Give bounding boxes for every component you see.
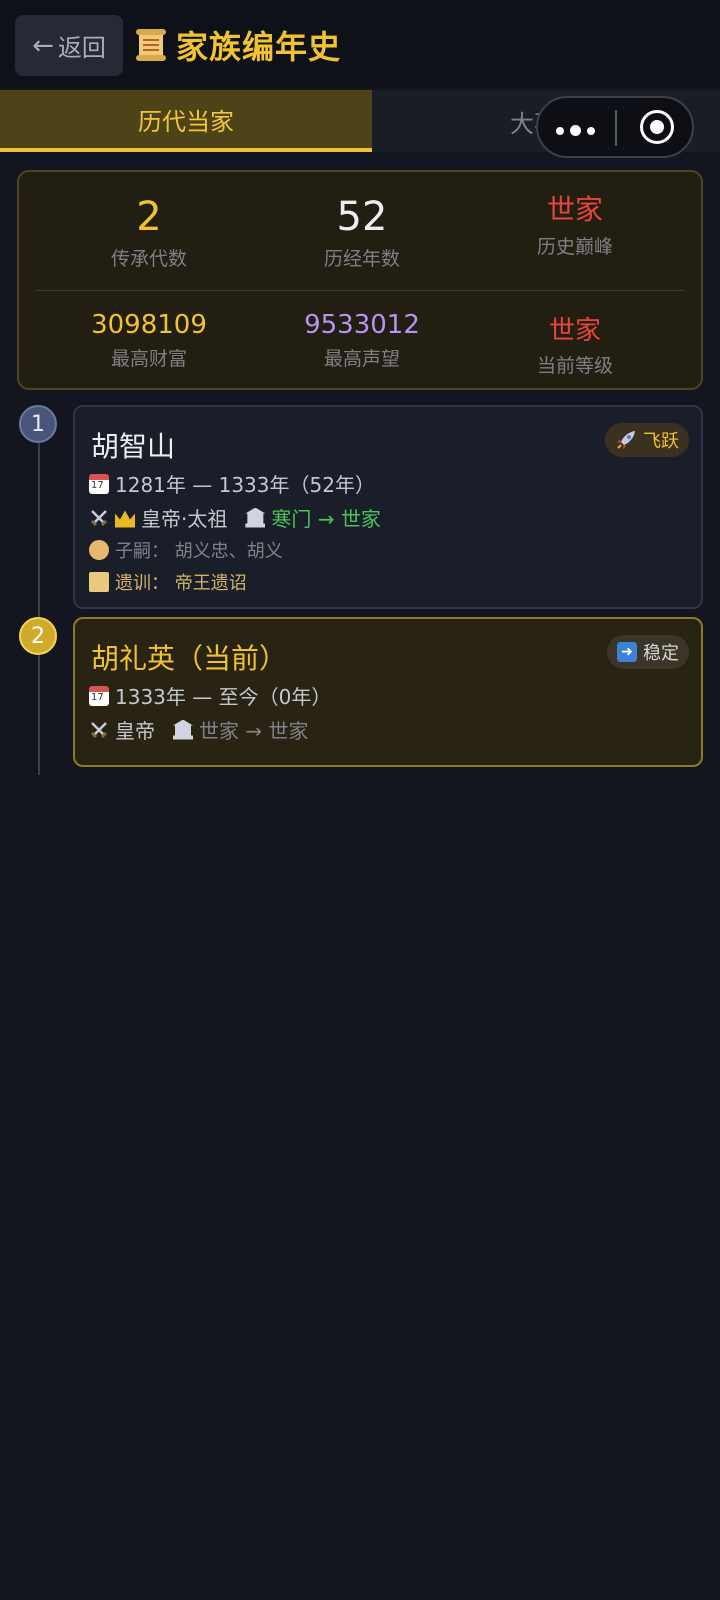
tab-heads[interactable]: 历代当家 [0,90,372,152]
calendar-icon [89,473,109,494]
head-period: 1333年 — 至今（0年） [89,681,331,710]
crown-icon [115,510,135,528]
head-card[interactable]: 胡智山 飞跃 1281年 — 1333年（52年） 皇帝·太祖 寒门 → 世家 … [73,405,703,609]
back-label: 返回 [57,34,106,62]
capsule-divider [615,110,617,146]
stat-years: 52 历经年数 [323,194,400,270]
miniprogram-capsule [536,96,694,158]
family-stats-card: 2 传承代数 52 历经年数 世家 历史巅峰 3098109 最高财富 9533… [17,170,703,390]
page-title-group: 家族编年史 [134,22,341,68]
head-legacy: 遗训： 帝王遗诏 [89,569,247,595]
timeline-node: 1 [19,405,57,443]
trend-badge: 飞跃 [605,423,689,457]
baby-icon [89,540,109,560]
timeline-line [38,425,40,775]
back-button[interactable]: ← 返回 [15,15,123,76]
calendar-icon [89,685,109,706]
crossed-swords-icon [90,721,108,738]
arrow-right-icon: ➜ [617,642,637,662]
stat-peak-rank: 世家 历史巅峰 [536,193,613,258]
crossed-swords-icon [90,509,108,526]
head-name: 胡礼英（当前） [91,642,288,675]
head-period: 1281年 — 1333年（52年） [89,469,375,498]
trend-badge: ➜ 稳定 [607,635,689,669]
institution-icon [245,507,266,528]
head-card-current[interactable]: 胡礼英（当前） ➜ 稳定 1333年 — 至今（0年） 皇帝 世家 → 世家 [73,617,703,767]
page-title: 家族编年史 [176,28,342,66]
institution-icon [173,719,193,740]
head-heirs: 子嗣： 胡义忠、胡义 [89,537,283,563]
scroll-icon [136,29,166,61]
rocket-icon [617,431,635,449]
head-name: 胡智山 [91,430,176,463]
close-miniprogram-icon[interactable] [640,110,674,144]
stat-generations: 2 传承代数 [110,194,187,270]
scroll-icon [89,572,109,592]
head-titles-row: 皇帝 世家 → 世家 [89,715,308,744]
head-titles-row: 皇帝·太祖 寒门 → 世家 [89,503,381,532]
timeline-node-current: 2 [19,617,57,655]
stats-divider [35,290,685,291]
stat-max-wealth: 3098109 最高财富 [91,310,207,370]
stat-max-prestige: 9533012 最高声望 [304,310,420,370]
arrow-left-icon: ← [32,30,54,61]
stat-current-rank: 世家 当前等级 [536,316,613,377]
